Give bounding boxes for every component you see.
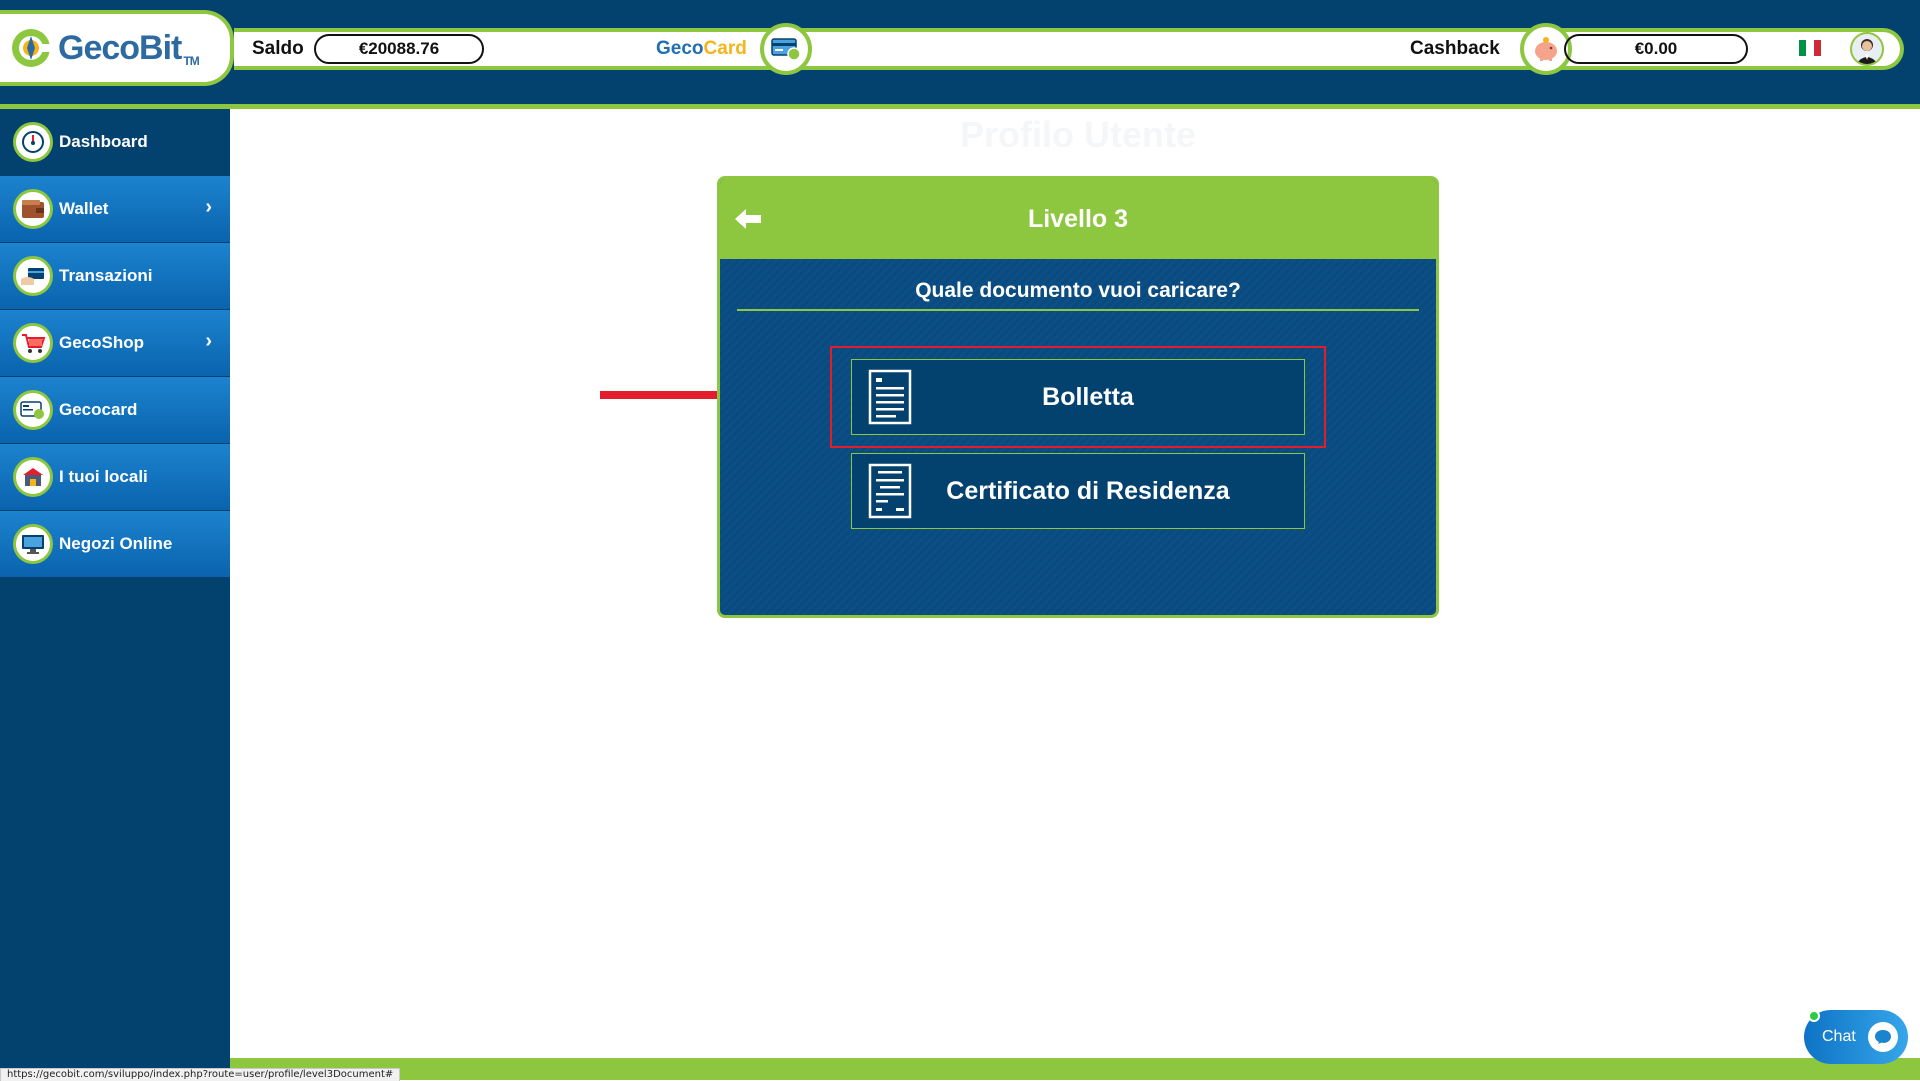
saldo-value: €20088.76	[314, 34, 484, 64]
gecocard-label[interactable]: GecoCard	[656, 38, 747, 60]
gecocard-label-suffix: Card	[703, 38, 747, 59]
document-icon	[868, 369, 912, 425]
sidebar-item-transazioni[interactable]: Transazioni	[0, 243, 230, 309]
status-bar-url: https://gecobit.com/sviluppo/index.php?r…	[0, 1068, 401, 1081]
saldo-label: Saldo	[252, 38, 304, 59]
gecocard-label-prefix: Geco	[656, 38, 704, 59]
cashback-value: €0.00	[1564, 34, 1748, 64]
sidebar-item-label: Gecocard	[59, 400, 138, 419]
certificato-di-residenza-button[interactable]: Certificato di Residenza	[851, 453, 1305, 529]
gecocard-button[interactable]	[760, 23, 812, 75]
chat-label: Chat	[1822, 1028, 1856, 1045]
bolletta-label: Bolletta	[1042, 382, 1134, 411]
gecocard-icon	[13, 390, 53, 430]
monitor-icon	[13, 524, 53, 564]
italy-flag-icon[interactable]	[1799, 40, 1821, 56]
sidebar: Dashboard Wallet › Transazioni GecoShop …	[0, 109, 230, 1080]
sidebar-item-label: I tuoi locali	[59, 467, 148, 486]
logo-tm: TM	[183, 53, 199, 68]
sidebar-item-label: Transazioni	[59, 266, 153, 285]
sidebar-item-i-tuoi-locali[interactable]: I tuoi locali	[0, 444, 230, 510]
user-avatar-icon[interactable]	[1850, 32, 1884, 66]
chat-bubble-icon	[1868, 1022, 1898, 1052]
chevron-right-icon: ›	[205, 330, 212, 352]
arrow-left-icon	[735, 209, 761, 229]
footer-bar	[230, 1058, 1920, 1080]
sidebar-item-dashboard[interactable]: Dashboard	[0, 109, 230, 175]
chat-widget[interactable]: Chat	[1804, 1010, 1908, 1064]
wallet-icon	[13, 189, 53, 229]
online-status-dot	[1808, 1010, 1820, 1022]
document-icon	[868, 463, 912, 519]
logo[interactable]: GecoBit TM	[0, 10, 234, 86]
page-title: Profilo Utente	[959, 114, 1196, 155]
logo-text: GecoBit TM	[58, 28, 200, 68]
logo-wordmark: GecoBit	[58, 28, 182, 67]
card-title: Livello 3	[1027, 204, 1129, 233]
sidebar-item-label: Negozi Online	[59, 534, 173, 553]
sidebar-item-wallet[interactable]: Wallet ›	[0, 176, 230, 242]
balance-strip: Saldo €20088.76 GecoCard Cashback €0.00	[234, 23, 1904, 75]
avatar-figure-icon	[1856, 39, 1878, 64]
gecocard-icon	[771, 38, 801, 61]
gecobit-logo-icon	[12, 29, 50, 67]
certificato-di-residenza-label: Certificato di Residenza	[946, 476, 1230, 505]
chevron-right-icon: ›	[205, 196, 212, 218]
top-bar: GecoBit TM Saldo €20088.76 GecoCard Cashb…	[0, 0, 1920, 109]
bolletta-button[interactable]: Bolletta	[851, 359, 1305, 435]
store-icon	[13, 457, 53, 497]
flag-stripe-green	[1799, 40, 1807, 56]
shopping-cart-icon	[13, 323, 53, 363]
sidebar-item-label: GecoShop	[59, 333, 145, 352]
card-header: Livello 3	[720, 179, 1436, 259]
sidebar-item-label: Wallet	[59, 199, 109, 218]
dashboard-gauge-icon	[13, 122, 53, 162]
sidebar-item-gecoshop[interactable]: GecoShop ›	[0, 310, 230, 376]
piggy-bank-icon	[1535, 37, 1557, 61]
sidebar-item-negozi-online[interactable]: Negozi Online	[0, 511, 230, 577]
sidebar-item-gecocard[interactable]: Gecocard	[0, 377, 230, 443]
document-question: Quale documento vuoi caricare?	[737, 279, 1419, 311]
flag-stripe-red	[1813, 40, 1821, 56]
sidebar-item-label: Dashboard	[59, 132, 148, 151]
cashback-label: Cashback	[1410, 38, 1500, 59]
document-level-card: Livello 3 Quale documento vuoi caricare?…	[717, 176, 1439, 618]
card-hand-icon	[13, 256, 53, 296]
back-button[interactable]	[730, 201, 766, 237]
flag-stripe-white	[1806, 40, 1814, 56]
